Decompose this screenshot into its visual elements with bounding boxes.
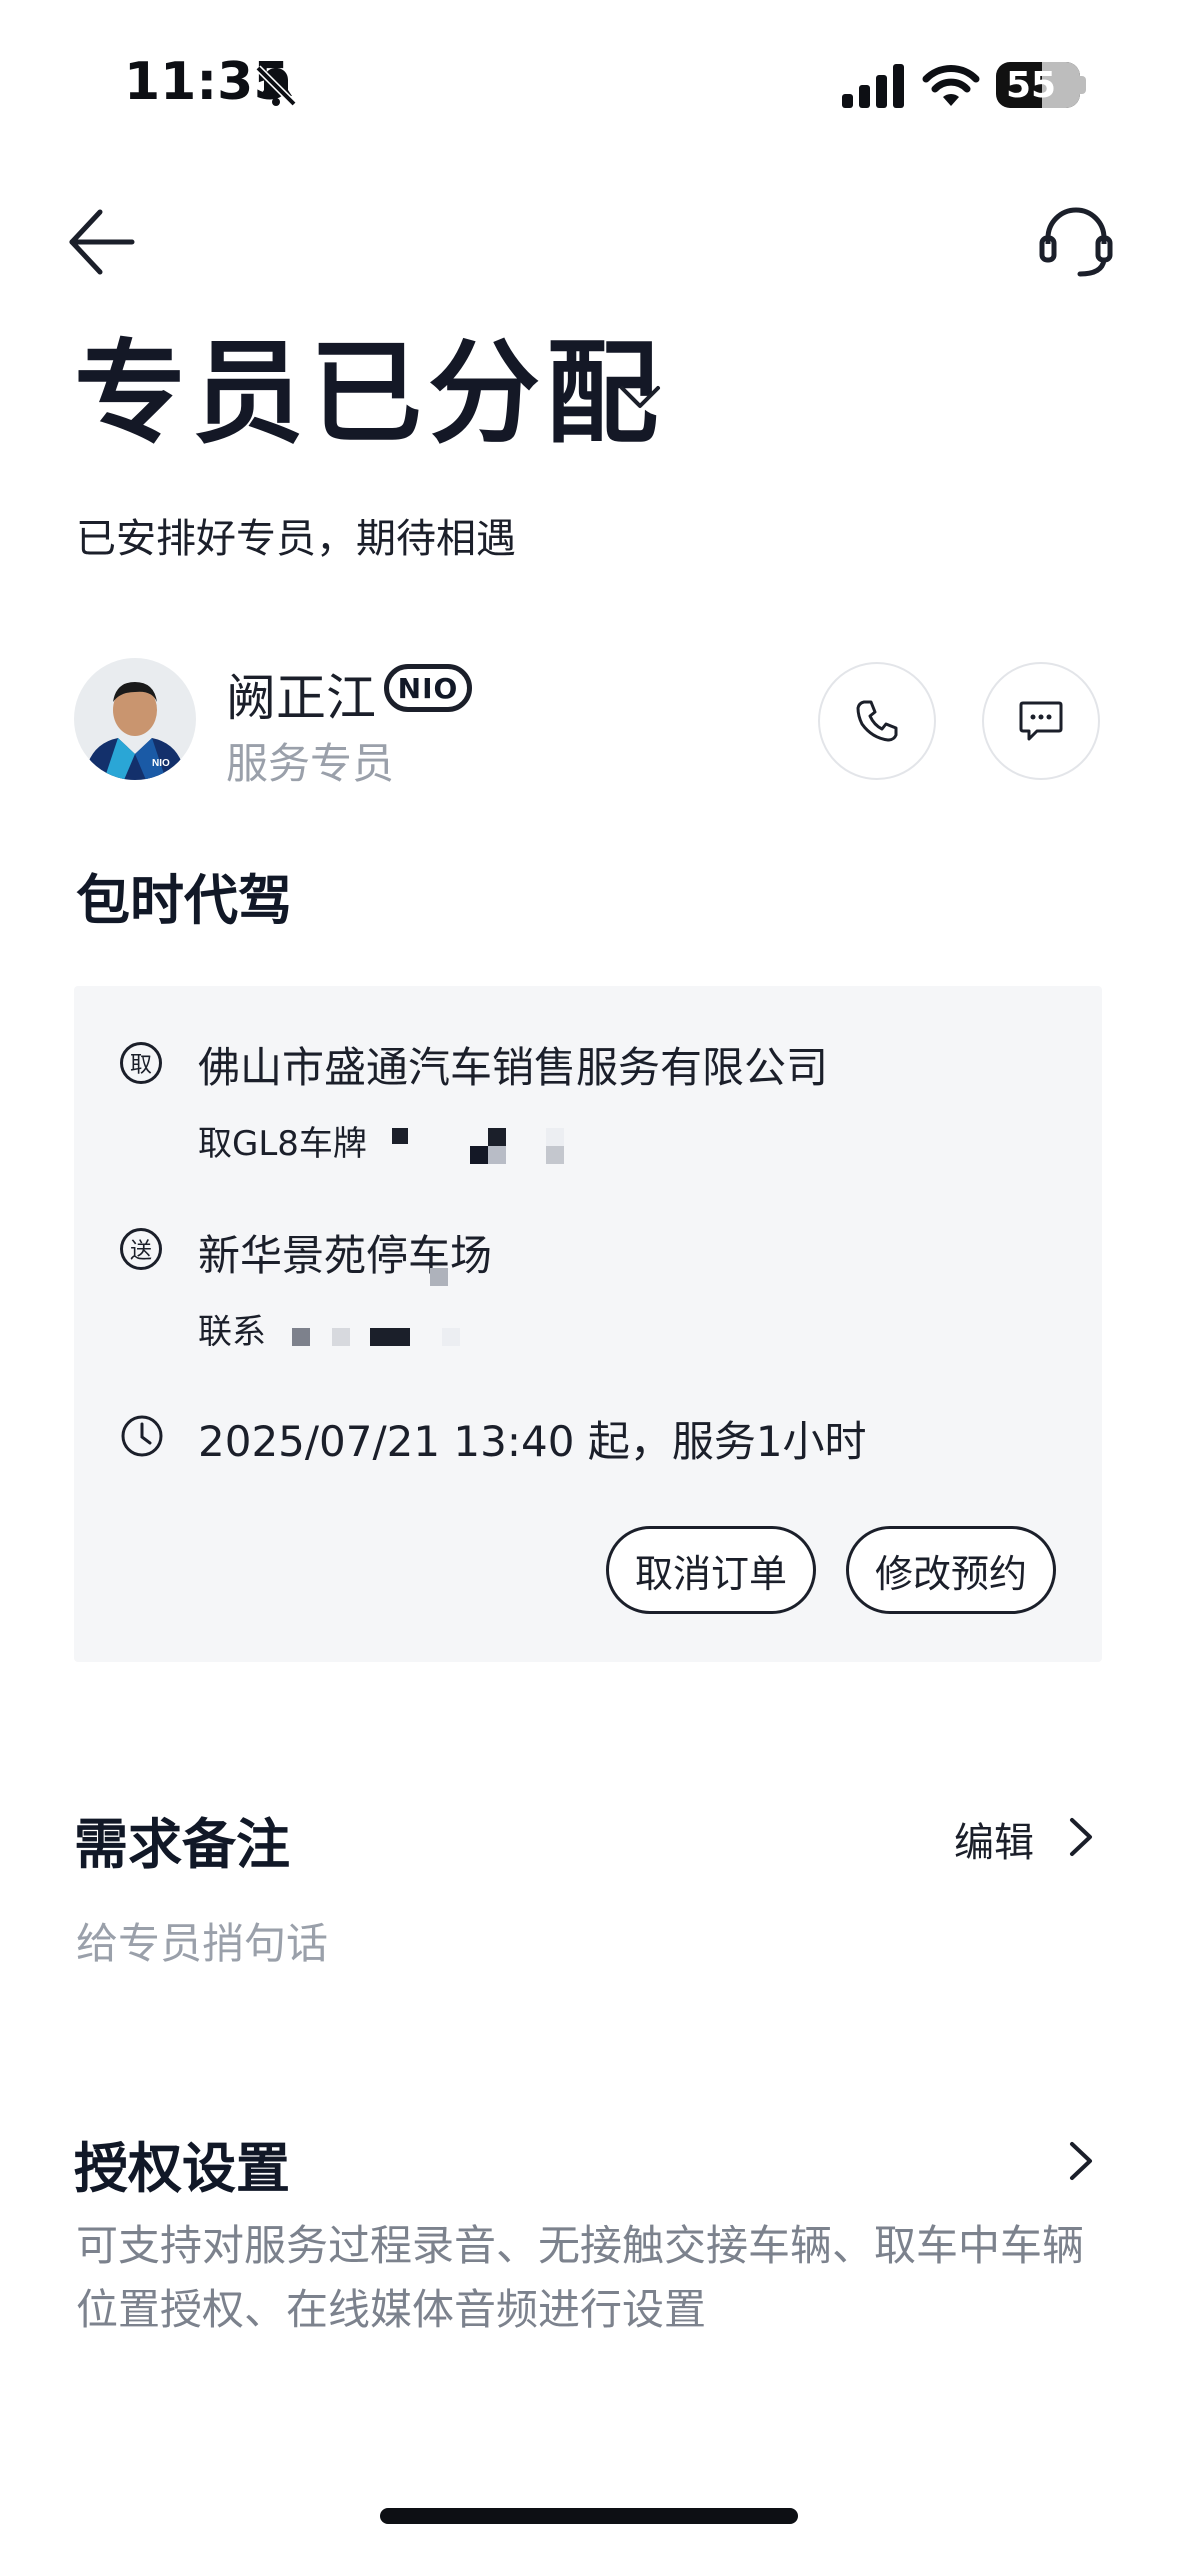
clock-icon [121, 1415, 163, 1457]
bell-off-icon [255, 65, 297, 107]
pickup-icon: 取 [120, 1042, 162, 1084]
chevron-right-icon[interactable] [1066, 2138, 1096, 2184]
chevron-right-icon[interactable] [1066, 1814, 1096, 1860]
service-time: 2025/07/21 13:40 起，服务1小时 [198, 1417, 867, 1466]
message-icon [1019, 701, 1063, 741]
authorization-title[interactable]: 授权设置 [74, 2124, 290, 2203]
redacted-contact [292, 1328, 492, 1350]
service-type-title: 包时代驾 [76, 869, 292, 932]
wifi-icon [922, 65, 980, 106]
home-indicator[interactable] [380, 2508, 798, 2524]
remarks-input[interactable]: 给专员捎句话 [76, 1910, 328, 1971]
page-title: 专员已分配 [74, 329, 664, 459]
chevron-down-icon[interactable] [618, 382, 662, 412]
cancel-order-button[interactable]: 取消订单 [606, 1526, 816, 1614]
battery-indicator: 55 [996, 62, 1080, 108]
avatar-photo: NIO [74, 658, 196, 780]
battery-nub [1080, 76, 1086, 94]
specialist-role: 服务专员 [226, 739, 395, 788]
authorization-description: 可支持对服务过程录音、无接触交接车辆、取车中车辆位置授权、在线媒体音频进行设置 [76, 2221, 1085, 2334]
redacted-plate [392, 1128, 592, 1172]
avatar[interactable]: NIO [74, 658, 196, 780]
message-button[interactable] [982, 662, 1100, 780]
modify-booking-button[interactable]: 修改预约 [846, 1526, 1056, 1614]
page-subtitle: 已安排好专员，期待相遇 [76, 516, 516, 562]
back-arrow-icon[interactable] [66, 206, 138, 278]
phone-icon [856, 700, 898, 742]
pickup-location: 佛山市盛通汽车销售服务有限公司 [198, 1043, 829, 1092]
remarks-title: 需求备注 [74, 1813, 290, 1876]
redacted-mark [430, 1268, 448, 1286]
pickup-note: 取GL8车牌 [198, 1124, 367, 1164]
specialist-name: 阙正江 [226, 669, 376, 727]
nio-badge: NIO [384, 664, 472, 712]
edit-remarks-link[interactable]: 编辑 [954, 1810, 1034, 1868]
dropoff-note: 联系 [198, 1312, 266, 1352]
jacket-logo: NIO [152, 758, 170, 769]
dropoff-icon: 送 [120, 1228, 162, 1270]
call-button[interactable] [818, 662, 936, 780]
customer-service-headset-icon[interactable] [1036, 200, 1116, 280]
cellular-signal-icon [842, 64, 904, 108]
